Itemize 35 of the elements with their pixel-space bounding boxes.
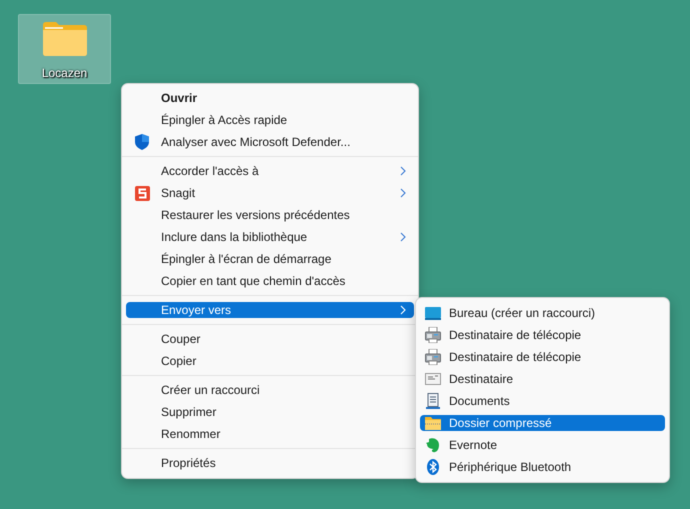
folder-label: Locazen bbox=[42, 66, 88, 80]
menu-item[interactable]: Couper bbox=[126, 328, 414, 350]
menu-item[interactable]: Bureau (créer un raccourci) bbox=[420, 302, 665, 324]
menu-item[interactable]: Ouvrir bbox=[126, 87, 414, 109]
menu-item[interactable]: Inclure dans la bibliothèque bbox=[126, 226, 414, 248]
menu-item[interactable]: Restaurer les versions précédentes bbox=[126, 204, 414, 226]
fax-icon bbox=[425, 349, 441, 365]
menu-item[interactable]: Envoyer vers bbox=[126, 302, 414, 318]
zip-folder-icon bbox=[425, 416, 441, 430]
menu-item[interactable]: Accorder l'accès à bbox=[126, 160, 414, 182]
snagit-icon bbox=[134, 186, 150, 200]
monitor-icon bbox=[425, 306, 441, 320]
fax-icon bbox=[425, 327, 441, 343]
menu-item[interactable]: Documents bbox=[420, 390, 665, 412]
menu-item[interactable]: Destinataire bbox=[420, 368, 665, 390]
menu-item[interactable]: Copier en tant que chemin d'accès bbox=[126, 270, 414, 292]
document-icon bbox=[425, 393, 441, 409]
folder-icon bbox=[42, 22, 86, 56]
menu-item[interactable]: Épingler à l'écran de démarrage bbox=[126, 248, 414, 270]
menu-item[interactable]: Copier bbox=[126, 350, 414, 372]
menu-item[interactable]: Périphérique Bluetooth bbox=[420, 456, 665, 478]
menu-item[interactable]: Destinataire de télécopie bbox=[420, 324, 665, 346]
menu-item[interactable]: Snagit bbox=[126, 182, 414, 204]
bluetooth-icon bbox=[427, 459, 439, 475]
menu-item[interactable]: Propriétés bbox=[126, 452, 414, 474]
menu-item[interactable]: Evernote bbox=[420, 434, 665, 456]
menu-item[interactable]: Destinataire de télécopie bbox=[420, 346, 665, 368]
shield-icon bbox=[135, 134, 149, 150]
menu-item[interactable]: Supprimer bbox=[126, 401, 414, 423]
menu-item[interactable]: Épingler à Accès rapide bbox=[126, 109, 414, 131]
menu-item[interactable]: Analyser avec Microsoft Defender... bbox=[126, 131, 414, 153]
menu-item[interactable]: Renommer bbox=[126, 423, 414, 445]
envelope-icon bbox=[425, 373, 441, 385]
menu-item[interactable]: Créer un raccourci bbox=[126, 379, 414, 401]
menu-item[interactable]: Dossier compressé bbox=[420, 415, 665, 431]
